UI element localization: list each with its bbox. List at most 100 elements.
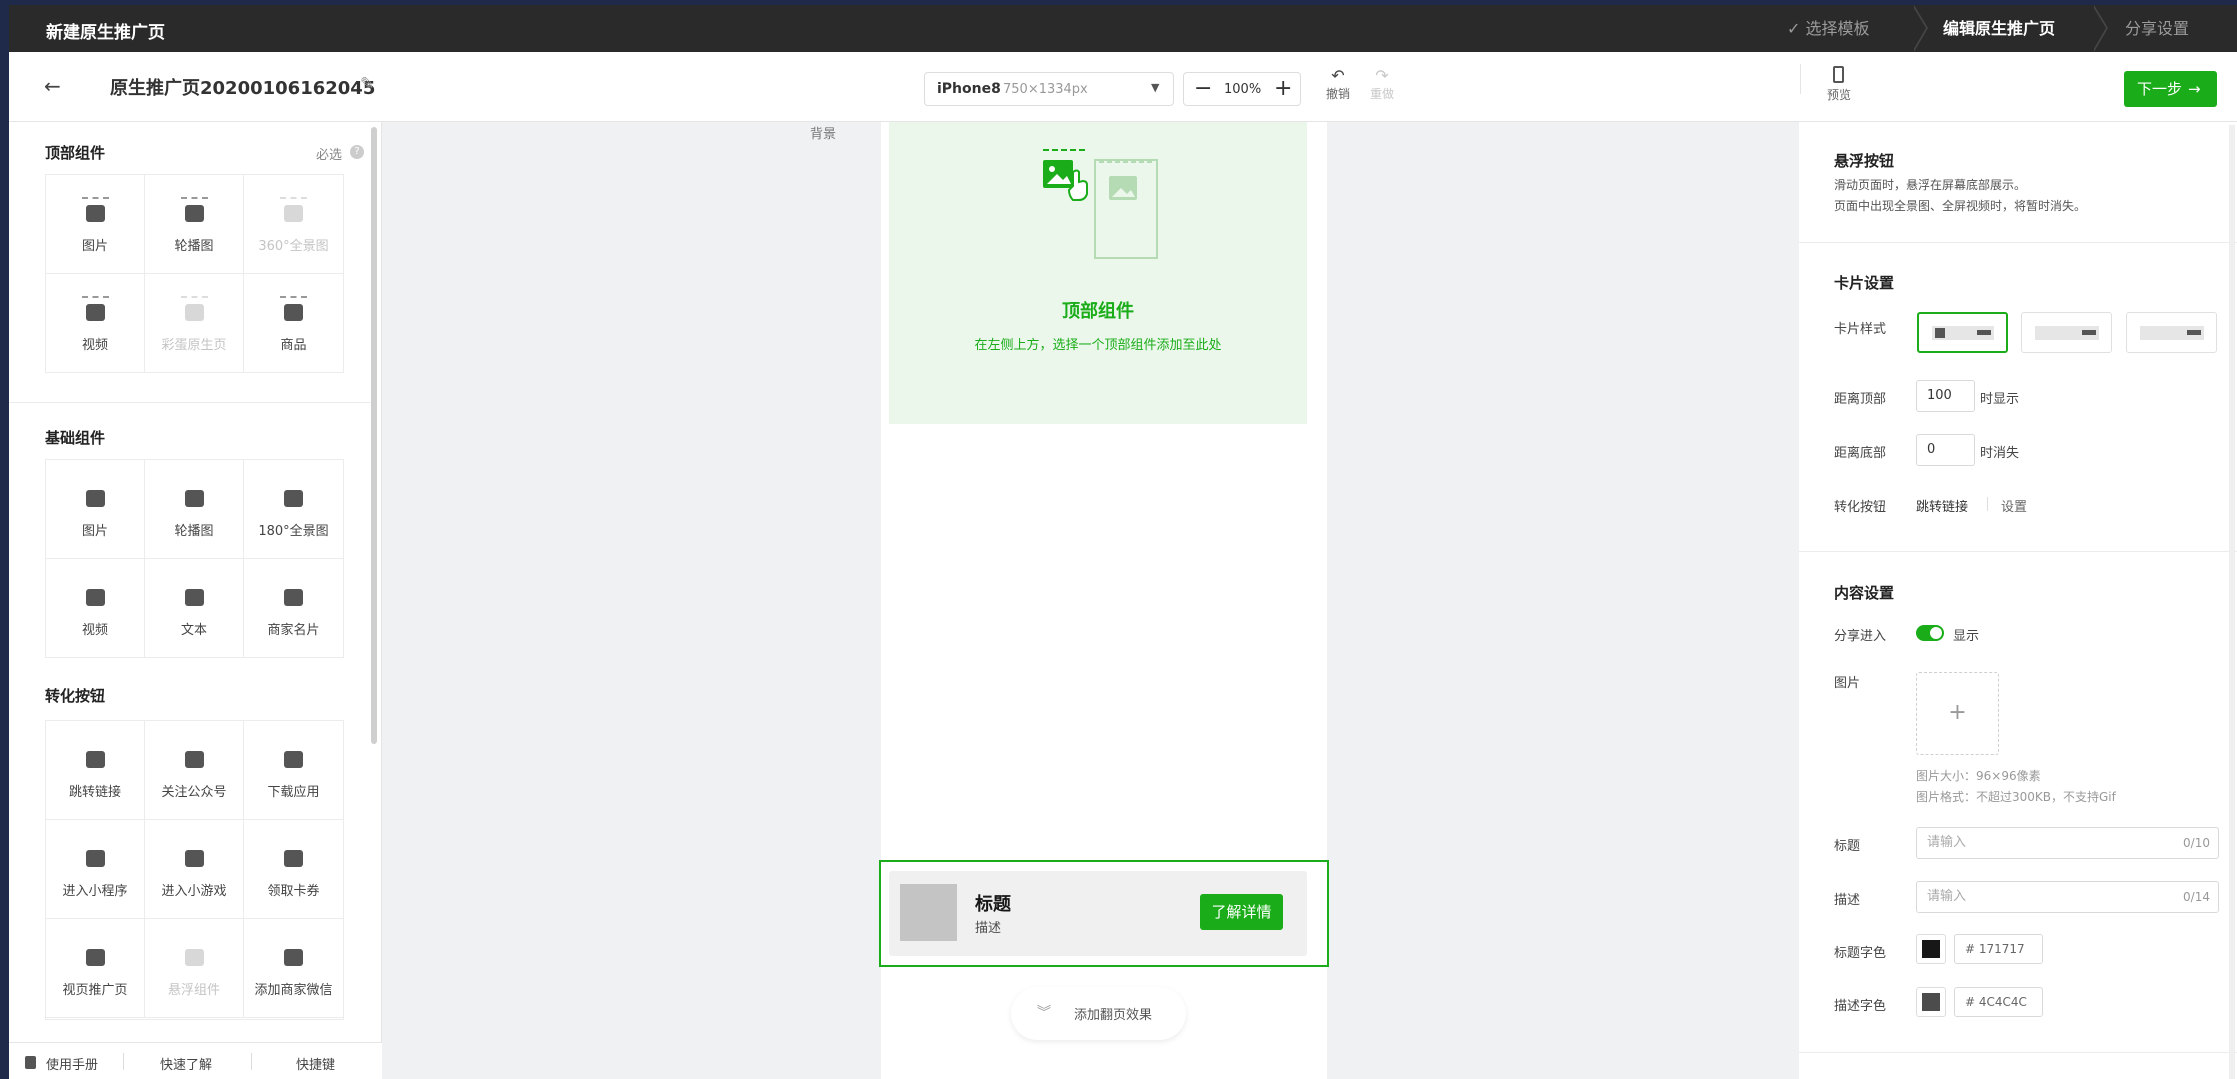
chevron-down-icon: ▼ (1151, 81, 1160, 94)
panel-desc-2: 页面中出现全景图、全屏视频时，将暂时消失。 (1834, 199, 2087, 213)
basic-components-title: 基础组件 (45, 429, 106, 447)
step-edit-page[interactable]: 编辑原生推广页 (1943, 5, 2055, 52)
distance-bottom-input[interactable]: 0 (1916, 434, 1975, 466)
top-bar: 新建原生推广页 ✓ 选择模板 编辑原生推广页 分享设置 (9, 5, 2237, 52)
double-chevron-down-icon: ︾ (1037, 1005, 1051, 1021)
image-label: 图片 (1834, 676, 1861, 691)
panel-desc-1: 滑动页面时，悬浮在屏幕底部展示。 (1834, 178, 2027, 192)
component-text[interactable]: 文本 (145, 559, 244, 658)
help-icon[interactable]: ? (350, 145, 364, 159)
component-image[interactable]: 图片 (46, 460, 145, 559)
redo-button[interactable]: ↷ 重做 (1364, 66, 1400, 102)
card-style-option-2[interactable] (2021, 312, 2112, 353)
component-jump-link[interactable]: 跳转链接 (46, 721, 145, 820)
component-label: 文本 (180, 623, 207, 638)
video-icon (86, 589, 105, 606)
next-step-button[interactable]: 下一步 → (2124, 71, 2217, 107)
component-image[interactable]: 图片 (46, 175, 145, 274)
component-carousel[interactable]: 轮播图 (145, 175, 244, 274)
right-scrollbar-track[interactable] (2229, 125, 2235, 1079)
edit-pencil-icon[interactable]: ✎ (360, 74, 374, 94)
component-carousel[interactable]: 轮播图 (145, 460, 244, 559)
convert-setting-link[interactable]: 设置 (2001, 496, 2027, 515)
add-image-illustration-icon (1043, 149, 1158, 259)
component-mini-program[interactable]: 进入小程序 (46, 820, 145, 919)
card-thumbnail (900, 884, 957, 941)
text-icon (185, 589, 204, 606)
title-input[interactable]: 请输入 0/10 (1916, 827, 2219, 859)
component-video-page[interactable]: 视页推广页 (46, 919, 145, 1018)
add-flip-effect-button[interactable]: ︾ 添加翻页效果 (1011, 987, 1186, 1040)
component-180-panorama[interactable]: 180°全景图 (244, 460, 343, 559)
step-share-settings[interactable]: 分享设置 (2125, 5, 2189, 52)
top-component-placeholder[interactable]: 顶部组件 在左侧上方，选择一个顶部组件添加至此处 (889, 122, 1307, 424)
content-settings-title: 内容设置 (1834, 584, 1895, 602)
floating-card-selected[interactable]: 标题 描述 了解详情 (879, 860, 1329, 967)
share-toggle[interactable] (1916, 625, 1944, 641)
game-icon (185, 850, 204, 867)
title-color-label: 标题字色 (1834, 946, 1887, 961)
component-download-app[interactable]: 下载应用 (244, 721, 343, 820)
component-product[interactable]: 商品 (244, 274, 343, 373)
card-action-button[interactable]: 了解详情 (1200, 894, 1283, 930)
shortcuts-link[interactable]: 快捷键 (296, 1054, 335, 1073)
component-coupon[interactable]: 领取卡券 (244, 820, 343, 919)
app-title: 新建原生推广页 (46, 23, 165, 43)
component-mini-game[interactable]: 进入小游戏 (145, 820, 244, 919)
mini-program-icon (86, 850, 105, 867)
carousel-icon (185, 490, 204, 507)
desc-input[interactable]: 请输入 0/14 (1916, 881, 2219, 913)
component-business-card[interactable]: 商家名片 (244, 559, 343, 658)
component-video[interactable]: 视频 (46, 274, 145, 373)
component-add-wechat[interactable]: 添加商家微信 (244, 919, 343, 1018)
convert-button-value: 跳转链接 (1916, 500, 1969, 515)
card-style-btn (2187, 330, 2201, 335)
convert-buttons-grid: 跳转链接 关注公众号 下载应用 进入小程序 进入小游戏 领取卡券 视页推广页 悬… (45, 720, 344, 1020)
image-size-hint: 图片大小：96×96像素 (1916, 769, 2041, 783)
desc-color-input[interactable]: # 4C4C4C (1954, 987, 2043, 1017)
manual-link[interactable]: 使用手册 (46, 1054, 98, 1073)
title-color-swatch[interactable] (1916, 934, 1946, 964)
quick-intro-link[interactable]: 快速了解 (160, 1054, 212, 1073)
device-size: 750×1334px (1003, 82, 1088, 97)
component-label: 图片 (81, 239, 108, 254)
bag-icon (284, 304, 303, 321)
top-component-hint: 在左侧上方，选择一个顶部组件添加至此处 (974, 338, 1222, 353)
desc-color-swatch[interactable] (1916, 987, 1946, 1017)
phone-icon (1833, 66, 1844, 83)
zoom-out-button[interactable]: − (1194, 76, 1212, 101)
title-placeholder: 请输入 (1927, 835, 1967, 850)
add-flip-effect-label: 添加翻页效果 (1074, 1008, 1153, 1023)
image-upload-button[interactable]: + (1916, 672, 1999, 755)
desc-char-count: 0/14 (2183, 890, 2210, 904)
title-color-input[interactable]: # 171717 (1954, 934, 2043, 964)
step-select-template[interactable]: ✓ 选择模板 (1787, 5, 1870, 52)
component-label: 轮播图 (174, 524, 214, 539)
component-label: 下载应用 (267, 785, 320, 800)
toggle-knob (1930, 627, 1942, 639)
zoom-in-button[interactable]: + (1274, 76, 1292, 101)
required-label: 必选 (316, 148, 343, 163)
device-select[interactable]: iPhone8 750×1334px ▼ (924, 72, 1174, 106)
card-style-label: 卡片样式 (1834, 322, 1887, 337)
step-separator-inner (2092, 5, 2106, 52)
top-components-title: 顶部组件 (45, 144, 106, 162)
component-video[interactable]: 视频 (46, 559, 145, 658)
distance-bottom-label: 距离底部 (1834, 446, 1887, 461)
image-icon (86, 205, 105, 222)
distance-top-input[interactable]: 100 (1916, 380, 1975, 412)
back-arrow-icon[interactable]: ← (44, 74, 61, 98)
undo-icon: ↶ (1331, 66, 1345, 85)
component-follow-account[interactable]: 关注公众号 (145, 721, 244, 820)
device-name: iPhone8 (937, 81, 1001, 97)
card-style-option-1[interactable] (1917, 312, 2008, 353)
card-style-option-3[interactable] (2126, 312, 2217, 353)
step-separator-inner (1912, 5, 1926, 52)
image-icon (86, 490, 105, 507)
left-scrollbar[interactable] (371, 127, 377, 744)
component-label: 领取卡券 (267, 884, 320, 899)
distance-top-label: 距离顶部 (1834, 392, 1887, 407)
undo-button[interactable]: ↶ 撤销 (1320, 66, 1356, 102)
background-label[interactable]: 背景 (810, 123, 836, 142)
component-easter-egg: 彩蛋原生页 (145, 274, 244, 373)
